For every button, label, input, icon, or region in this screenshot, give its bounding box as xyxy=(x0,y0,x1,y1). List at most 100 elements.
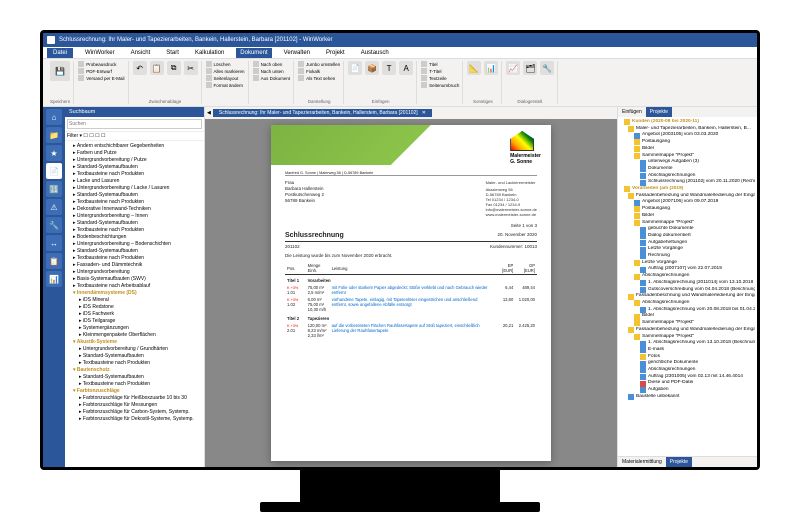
tree-item[interactable]: ▸ Ändern entschichtbarer Gegebenheiten xyxy=(67,143,202,150)
activity-calc-icon[interactable]: 🔢 xyxy=(46,181,62,197)
from-doc-button[interactable]: Aus Dokument xyxy=(253,75,291,81)
dialog-create-button[interactable]: 🔧 xyxy=(540,61,554,75)
save-button[interactable]: 💾 xyxy=(50,61,70,81)
cut-button[interactable]: ✂ xyxy=(184,61,198,75)
aufmass-button[interactable]: 📐 xyxy=(467,61,481,75)
project-tree-item[interactable]: E-mails xyxy=(620,347,755,354)
project-tree-item[interactable]: Sammelmappe "Projekt" xyxy=(620,320,755,327)
tree-item[interactable]: ▸ Standard-Systemaufbauten xyxy=(67,220,202,227)
document-tab[interactable]: Schlussrechnung: Ihr Maler- und Tapezier… xyxy=(213,109,432,117)
tree-item[interactable]: ▸ Textbausteine nach Produkten xyxy=(67,227,202,234)
tab-verwalten[interactable]: Verwalten xyxy=(280,48,314,58)
project-tree-item[interactable]: Fassadenbeheizung und Wandmalerledierung… xyxy=(620,193,755,200)
insert-text-button[interactable]: A xyxy=(399,61,413,75)
project-tree-item[interactable]: Schlussrechnung [201102] vom 20.11.2020 … xyxy=(620,179,755,186)
tree-item[interactable]: ▸ Standard-Systemaufbauten xyxy=(67,164,202,171)
insert-leistung-button[interactable]: 📄 xyxy=(348,61,362,75)
project-tree-item[interactable]: Abschlagsrechnungen xyxy=(620,273,755,280)
project-tree-item[interactable]: gerichtliche Dokumente xyxy=(620,360,755,367)
project-tree-item[interactable]: Bilder xyxy=(620,213,755,220)
activity-star-icon[interactable]: ★ xyxy=(46,145,62,161)
project-tree-item[interactable]: Sammelmappe "Projekt" xyxy=(620,334,755,341)
move-down-button[interactable]: Nach unten xyxy=(253,68,291,74)
send-email-button[interactable]: Versand per E-Mail xyxy=(78,75,124,81)
tab-projekte[interactable]: Projekte xyxy=(646,107,672,117)
doc-tab-prev[interactable]: ◀ xyxy=(207,110,211,116)
tree-item[interactable]: ▸ Untergrundvorbereitung / Lacke / Lasur… xyxy=(67,185,202,192)
project-tree-item[interactable]: Abschlagsrechnungen xyxy=(620,367,755,374)
project-tree-item[interactable]: Sammelmappe "Projekt" xyxy=(620,153,755,160)
project-tree-item[interactable]: 1. Abschlagsrechnung vom 20.08.2018 bis … xyxy=(620,307,755,314)
tree-item[interactable]: ▸ Farbtonzuschläge für Heißboxzuarbe 10 … xyxy=(67,395,202,402)
tree-item[interactable]: ▸ Farbtonzuschläge für Carbon-System, Sy… xyxy=(67,409,202,416)
tree-item[interactable]: ▸ Untergrundvorbereitung / Grundhärten xyxy=(67,346,202,353)
tree-group[interactable]: ▾ Bautenschutz xyxy=(67,367,202,374)
project-tree-item[interactable]: Auftrag [2301005] vom 02.13 mit 14.46.40… xyxy=(620,374,755,381)
project-tree-item[interactable]: Fassadenbeschnung und Wandmalerledierung… xyxy=(620,293,755,300)
project-tree-item[interactable]: Baustelle unbekannt xyxy=(620,394,755,401)
project-tree-item[interactable]: Abschlagsrechnungen xyxy=(620,300,755,307)
delete-button[interactable]: Löschen xyxy=(206,61,245,67)
tree-item[interactable]: ▸ Kleinmengenpakete Oberflächen xyxy=(67,332,202,339)
tree-item[interactable]: ▸ Textbausteine nach Arbeitsablauf xyxy=(67,283,202,290)
activity-clipboard-icon[interactable]: 📋 xyxy=(46,253,62,269)
project-tree-item[interactable]: Bilder xyxy=(620,313,755,320)
tree-item[interactable]: ▸ Textbausteine nach Produkten xyxy=(67,199,202,206)
tab-winworker[interactable]: WinWorker xyxy=(81,48,119,58)
project-tree[interactable]: Kunden (2020-08 bis 2020-11)Maler- und T… xyxy=(618,117,757,456)
as-text-button[interactable]: Als Text sehen xyxy=(298,75,340,81)
activity-folder-icon[interactable]: 📁 xyxy=(46,127,62,143)
project-tree-item[interactable]: 1. Abschlagsrechnung vom 13.10.2018 (Bes… xyxy=(620,340,755,347)
activity-transfer-icon[interactable]: ↔ xyxy=(46,235,62,251)
tab-einfuegen[interactable]: Einfügen xyxy=(618,107,646,117)
tree-item[interactable]: ▸ iDS Mineral xyxy=(67,297,202,304)
search-input[interactable] xyxy=(67,119,202,129)
project-tree-item[interactable]: Angebot [2007106] vom 09.07.2019 xyxy=(620,199,755,206)
project-tree-item[interactable]: Diese und PDF-Datei xyxy=(620,380,755,387)
tab-view[interactable]: Ansicht xyxy=(127,48,155,58)
tree-group[interactable]: ▾ Akustik-Systeme xyxy=(67,339,202,346)
project-tree-item[interactable]: Gutscoverschreibung vom 04.04.2018 (Besc… xyxy=(620,287,755,294)
tree-item[interactable]: ▸ Textbausteine nach Produkten xyxy=(67,255,202,262)
tree-item[interactable]: ▸ Farben und Putze xyxy=(67,150,202,157)
tree-group[interactable]: ▾ Farbtonzuschläge xyxy=(67,388,202,395)
project-tree-item[interactable]: Letzte Vorgänge xyxy=(620,260,755,267)
tree-item[interactable]: ▸ Textbausteine nach Produkten xyxy=(67,360,202,367)
project-tree-item[interactable]: Fassadenbeheizung und Wandmalerledierung… xyxy=(620,327,755,334)
tab-austausch[interactable]: Austausch xyxy=(357,48,393,58)
project-tree-item[interactable]: Vorarbeiten (am (2019) xyxy=(620,186,755,193)
project-tree-item[interactable]: Dialog dokumentiert xyxy=(620,233,755,240)
tree-item[interactable]: ▸ iDS Teilgarage xyxy=(67,318,202,325)
tree-item[interactable]: ▸ Textbausteine nach Produkten xyxy=(67,171,202,178)
tree-item[interactable]: ▸ Fassaden- und Dämmtechnik xyxy=(67,262,202,269)
project-tree-item[interactable]: Postausgang xyxy=(620,139,755,146)
tab-dokument[interactable]: Dokument xyxy=(236,48,271,58)
project-tree-item[interactable]: Kunden (2020-08 bis 2020-11) xyxy=(620,119,755,126)
project-tree-item[interactable]: 1. Abschlagsrechnung [2011014] vom 13.10… xyxy=(620,280,755,287)
change-format-button[interactable]: Format ändern xyxy=(206,82,245,88)
tree-item[interactable]: ▸ Lacke und Lasuren xyxy=(67,178,202,185)
project-tree-item[interactable]: Auftrag [2007107] vom 22.07.2019 xyxy=(620,266,755,273)
project-tree-item[interactable]: Angebot [2003105] vom 03.03.2020 xyxy=(620,132,755,139)
insert-titel-button[interactable]: T xyxy=(382,61,396,75)
tree-item[interactable]: ▸ Standard-Systemaufbauten xyxy=(67,248,202,255)
tab-kalkulation[interactable]: Kalkulation xyxy=(191,48,228,58)
tab-projekte2[interactable]: Projekte xyxy=(666,457,692,467)
project-tree-item[interactable]: Bilder xyxy=(620,146,755,153)
close-icon[interactable]: ✕ xyxy=(422,110,426,116)
project-tree-item[interactable]: Maler- und Tapezierarbeiten, Bankein, Ha… xyxy=(620,126,755,133)
activity-warning-icon[interactable]: ⚠ xyxy=(46,199,62,215)
project-tree-item[interactable]: Aufgabeheftungen xyxy=(620,240,755,247)
file-tab[interactable]: Datei xyxy=(47,48,73,58)
tree-item[interactable]: ▸ Untergrundvorbereitung xyxy=(67,269,202,276)
tree-item[interactable]: ▸ Standard-Systemaufbauten xyxy=(67,192,202,199)
tab-start[interactable]: Start xyxy=(162,48,183,58)
tree-item[interactable]: ▸ Farbtonzuschläge für Dekostil-Systeme,… xyxy=(67,416,202,423)
jumbo-toggle-button[interactable]: Jumbo umstellen xyxy=(298,61,340,67)
tree-item[interactable]: ▸ Bodenbeschichtungen xyxy=(67,234,202,241)
project-tree-item[interactable]: unterwegs Aufgaben (3) xyxy=(620,159,755,166)
activity-doc-icon[interactable]: 📄 xyxy=(46,163,62,179)
fixkalk-button[interactable]: Fixkalk xyxy=(298,68,340,74)
project-tree-item[interactable]: Aufgaben xyxy=(620,387,755,394)
tab-projekt[interactable]: Projekt xyxy=(322,48,349,58)
